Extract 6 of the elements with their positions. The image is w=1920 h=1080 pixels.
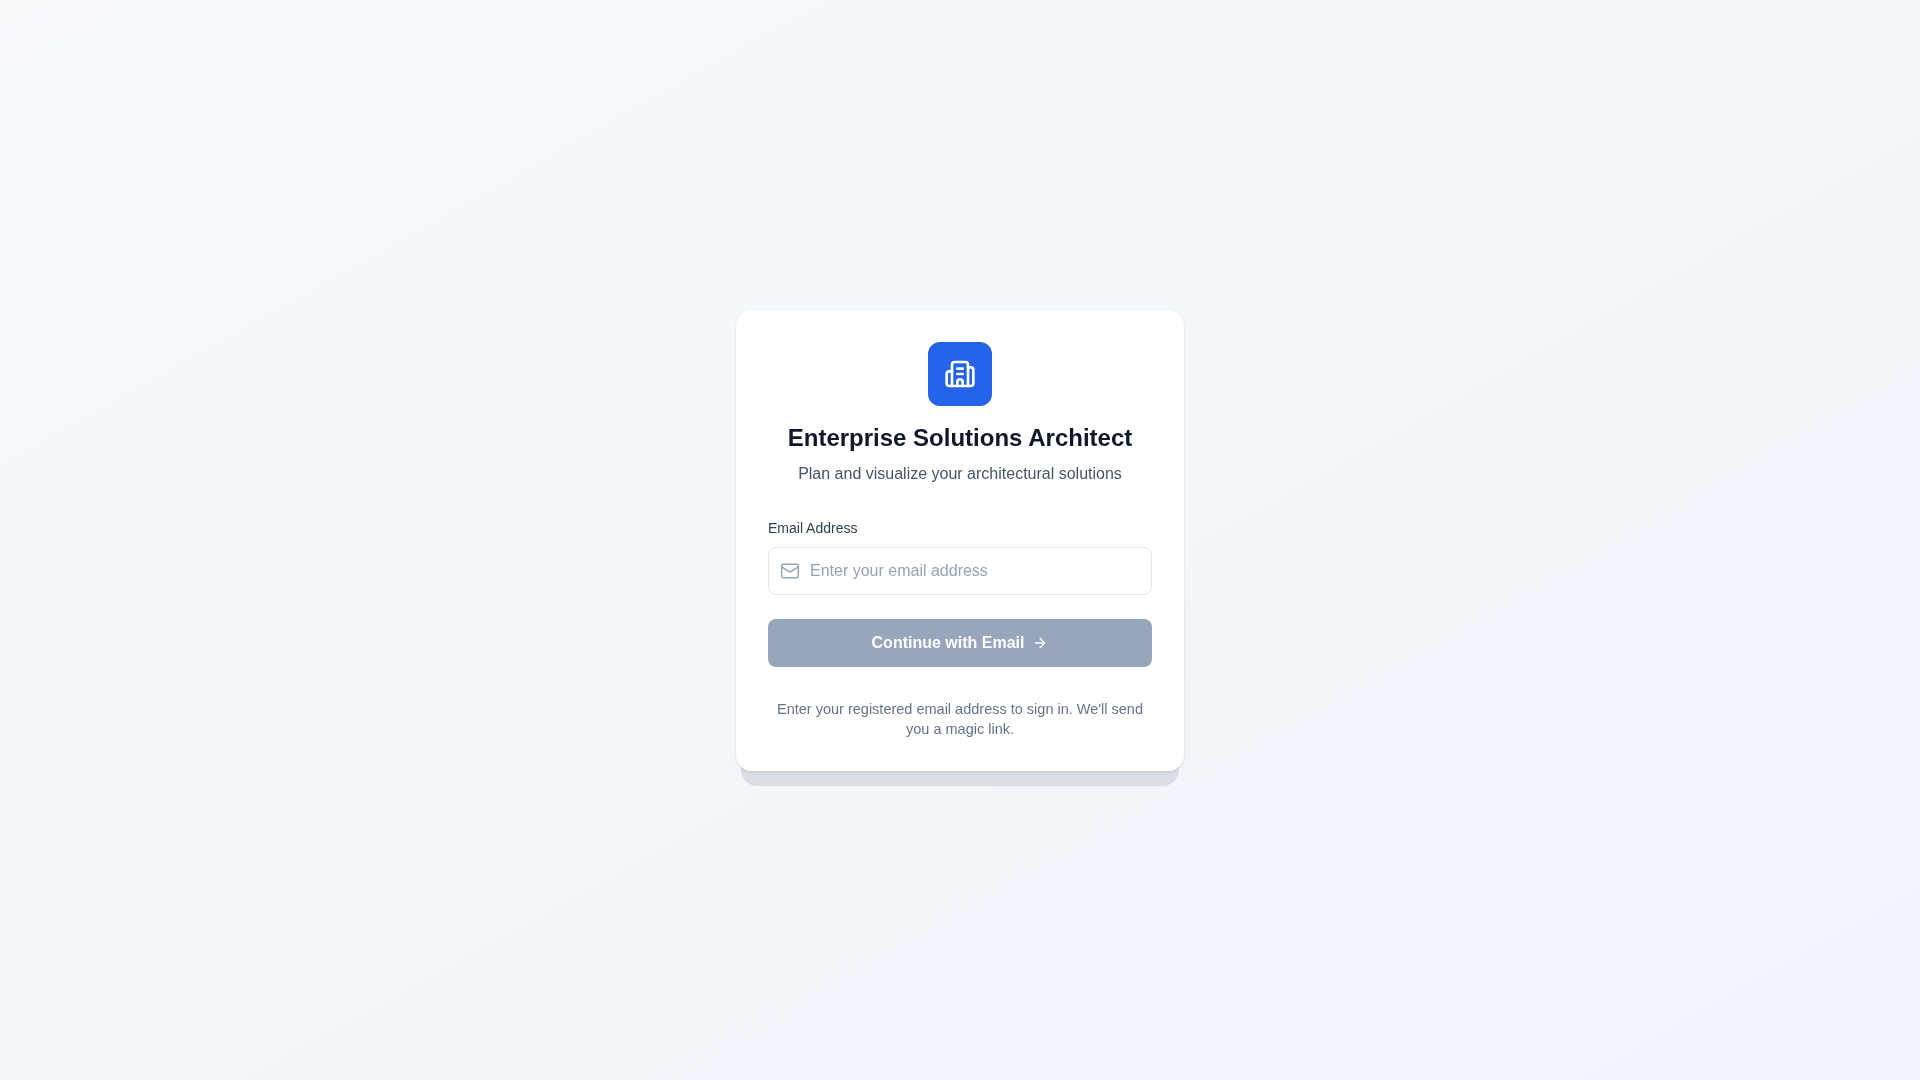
app-subtitle: Plan and visualize your architectural solutions bbox=[798, 463, 1122, 484]
building-icon bbox=[928, 341, 992, 406]
app-title: Enterprise Solutions Architect bbox=[787, 422, 1133, 453]
email-input-field[interactable]: Enter your email address bbox=[768, 546, 1152, 595]
footer-note: Enter your registered email address to sign in. We'll send you a magic link. bbox=[776, 699, 1144, 739]
field-label: Email Address bbox=[768, 518, 858, 538]
